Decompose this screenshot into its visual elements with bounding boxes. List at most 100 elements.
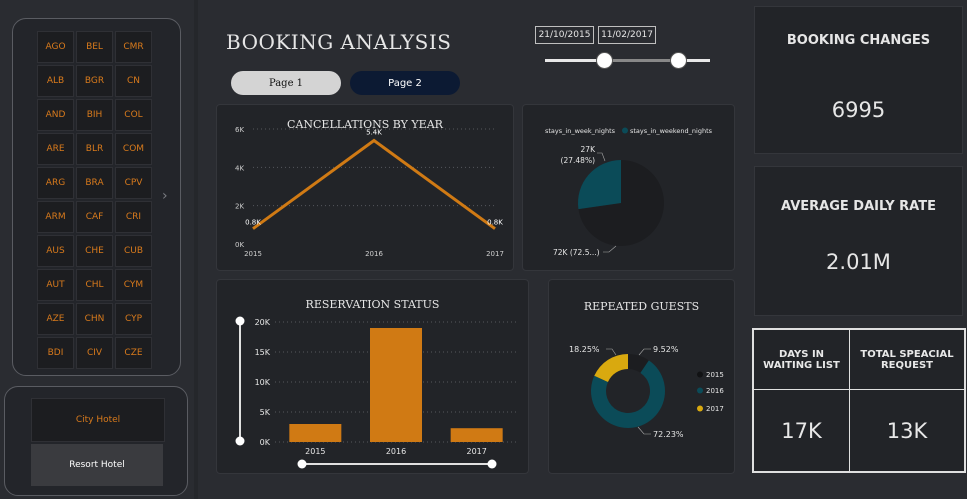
- y-tick-label: 4K: [235, 164, 244, 172]
- country-button-arm[interactable]: ARM: [37, 201, 74, 233]
- booking-changes-card: BOOKING CHANGES 6995: [754, 6, 963, 154]
- legend-label-2016: 2016: [706, 387, 724, 395]
- date-slider-range: [604, 59, 678, 62]
- country-button-aut[interactable]: AUT: [37, 269, 74, 301]
- data-label: 0.8K: [245, 219, 261, 227]
- leader-line: [638, 348, 651, 356]
- x-tick-label: 2015: [305, 447, 325, 456]
- date-slider-end-handle[interactable]: [670, 52, 687, 69]
- adr-card: AVERAGE DAILY RATE 2.01M: [754, 166, 963, 316]
- leader-line: [597, 152, 606, 162]
- y-tick-label: 15K: [255, 348, 271, 357]
- donut-slice-2017: [594, 354, 628, 382]
- repeated-guests-panel: REPEATED GUESTS 9.52% 72.23% 18.25% 2015 201…: [548, 279, 735, 474]
- country-button-cn[interactable]: CN: [115, 65, 152, 97]
- y-range-handle-bottom: [235, 436, 245, 446]
- hotel-slicer: City Hotel Resort Hotel: [4, 386, 188, 496]
- data-label-weekend-pct: (27.48%): [561, 156, 596, 165]
- reservation-chart-panel: RESERVATION STATUS 0K 5K 10K 15K 20K 2015 2016…: [216, 279, 529, 474]
- page-2-button[interactable]: Page 2: [350, 71, 460, 95]
- x-range-handle-left: [297, 459, 307, 469]
- country-button-cpv[interactable]: CPV: [115, 167, 152, 199]
- legend-label-2015: 2015: [706, 371, 724, 379]
- country-button-cmr[interactable]: CMR: [115, 31, 152, 63]
- divider: [194, 0, 198, 499]
- y-tick-label: 0K: [260, 438, 271, 447]
- x-tick-label: 2017: [466, 447, 486, 456]
- country-button-and[interactable]: AND: [37, 99, 74, 131]
- country-button-bra[interactable]: BRA: [76, 167, 113, 199]
- cancellations-line-chart: 0K 2K 4K 6K 2015 0.8K 2016 5.4K 2017 0.8K: [235, 126, 504, 258]
- legend-swatch-weekend: [622, 127, 628, 134]
- y-range-handle-top: [235, 316, 245, 326]
- y-tick-label: 0K: [235, 241, 244, 249]
- legend-label-week: stays_in_week_nights: [545, 127, 616, 135]
- waiting-special-table: DAYS IN WAITING LIST TOTAL SPEACIAL REQU…: [752, 328, 966, 473]
- country-button-bih[interactable]: BIH: [76, 99, 113, 131]
- x-tick-label: 2017: [486, 250, 504, 258]
- country-button-caf[interactable]: CAF: [76, 201, 113, 233]
- special-request-value: 13K: [849, 389, 965, 472]
- country-button-bdi[interactable]: BDI: [37, 337, 74, 369]
- country-button-bgr[interactable]: BGR: [76, 65, 113, 97]
- date-slider-start-handle[interactable]: [596, 52, 613, 69]
- adr-label: AVERAGE DAILY RATE: [781, 199, 936, 214]
- hotel-button-city[interactable]: City Hotel: [31, 398, 165, 442]
- country-button-aus[interactable]: AUS: [37, 235, 74, 267]
- y-tick-label: 2K: [235, 203, 244, 211]
- country-button-aze[interactable]: AZE: [37, 303, 74, 335]
- data-label-weekend: 27K: [581, 145, 597, 154]
- chevron-right-icon[interactable]: ›: [162, 188, 168, 204]
- y-tick-label: 5K: [260, 408, 271, 417]
- country-button-chl[interactable]: CHL: [76, 269, 113, 301]
- end-date-field[interactable]: 11/02/2017: [598, 26, 656, 44]
- y-tick-label: 6K: [235, 126, 244, 134]
- x-tick-label: 2015: [244, 250, 262, 258]
- booking-changes-label: BOOKING CHANGES: [786, 33, 931, 48]
- country-button-alb[interactable]: ALB: [37, 65, 74, 97]
- legend-label-weekend: stays_in_weekend_nights: [630, 127, 713, 135]
- bar-2017: [450, 428, 503, 442]
- legend-swatch-2016: [697, 387, 703, 394]
- bar-2015: [289, 424, 342, 442]
- page-1-button[interactable]: Page 1: [231, 71, 341, 95]
- country-button-cri[interactable]: CRI: [115, 201, 152, 233]
- country-button-bel[interactable]: BEL: [76, 31, 113, 63]
- country-button-col[interactable]: COL: [115, 99, 152, 131]
- data-label: 18.25%: [569, 345, 600, 354]
- country-button-cub[interactable]: CUB: [115, 235, 152, 267]
- bar-2016: [370, 328, 422, 442]
- country-button-cym[interactable]: CYM: [115, 269, 152, 301]
- stays-pie-chart: stays_in_week_nights stays_in_weekend_nig…: [545, 127, 713, 257]
- data-label: 0.8K: [487, 219, 503, 227]
- country-button-are[interactable]: ARE: [37, 133, 74, 165]
- country-button-com[interactable]: COM: [115, 133, 152, 165]
- cancellations-chart-panel: CANCELLATIONS BY YEAR 0K 2K 4K 6K 2015 0.8K 20…: [216, 104, 514, 271]
- country-button-che[interactable]: CHE: [76, 235, 113, 267]
- cancellations-line: [252, 138, 496, 230]
- y-tick-label: 20K: [255, 318, 271, 327]
- country-button-civ[interactable]: CIV: [76, 337, 113, 369]
- leader-line: [637, 426, 651, 435]
- country-button-chn[interactable]: CHN: [76, 303, 113, 335]
- page-title: BOOKING ANALYSIS: [226, 30, 452, 54]
- country-slicer: AGO BEL CMR ALB BGR CN AND BIH COL ARE BLR COM ARG BR…: [12, 18, 181, 376]
- leader-line: [603, 245, 617, 253]
- waiting-list-value: 17K: [753, 389, 850, 472]
- start-date-field[interactable]: 21/10/2015: [535, 26, 594, 44]
- leader-line: [606, 348, 617, 356]
- hotel-button-resort[interactable]: Resort Hotel: [31, 444, 163, 486]
- country-button-cyp[interactable]: CYP: [115, 303, 152, 335]
- legend-swatch-2015: [697, 371, 703, 378]
- data-label: 72.23%: [653, 430, 684, 439]
- booking-changes-value: 6995: [831, 98, 886, 122]
- legend-swatch-2017: [697, 405, 703, 412]
- country-button-blr[interactable]: BLR: [76, 133, 113, 165]
- country-button-ago[interactable]: AGO: [37, 31, 74, 63]
- data-label: 5.4K: [366, 129, 382, 137]
- data-label: 9.52%: [653, 345, 679, 354]
- country-button-arg[interactable]: ARG: [37, 167, 74, 199]
- country-button-cze[interactable]: CZE: [115, 337, 152, 369]
- y-tick-label: 10K: [255, 378, 271, 387]
- x-range-handle-right: [487, 459, 497, 469]
